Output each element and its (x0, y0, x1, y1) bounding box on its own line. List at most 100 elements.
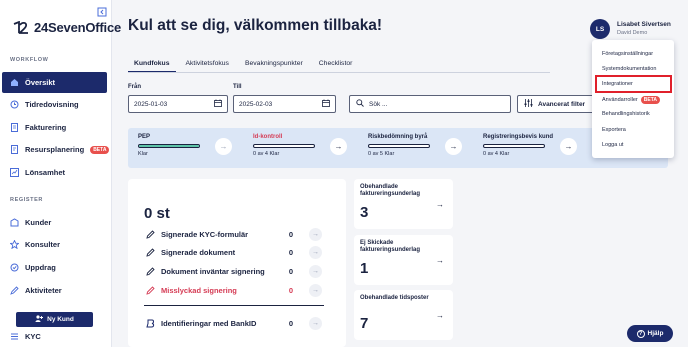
sidebar-item-label: Fakturering (25, 123, 67, 132)
stat-row-failed-signing[interactable]: Misslyckad signering 0 → (146, 283, 331, 297)
stats-count: 0 st (144, 205, 170, 222)
page-title: Kul att se dig, välkommen tillbaka! (128, 17, 383, 34)
tab-kundfokus[interactable]: Kundfokus (128, 58, 176, 72)
pen-icon (146, 285, 155, 295)
tab-checklistor[interactable]: Checklistor (313, 58, 359, 72)
menu-item-system-docs[interactable]: Systemdokumentation (602, 66, 656, 72)
stat-row-bankid[interactable]: Identifieringar med BankID 0 → (146, 316, 331, 330)
stat-row-awaiting-signing[interactable]: Dokument inväntar signering 0 → (146, 264, 331, 278)
register-section-label: REGISTER (10, 197, 43, 203)
sidebar-item-lonsamhet[interactable]: Lönsamhet (2, 162, 107, 183)
menu-item-logout[interactable]: Logga ut (602, 142, 623, 148)
tile-unprocessed-invoices[interactable]: Obehandlade faktureringsunderlag 3 → (354, 179, 453, 229)
stat-value: 0 (288, 285, 294, 295)
advanced-filter-label: Avancerat filter (538, 100, 586, 108)
pen-icon (146, 266, 155, 276)
tab-aktivitetsfokus[interactable]: Aktivitetsfokus (180, 58, 235, 72)
step-arrow-button[interactable]: → (560, 138, 577, 155)
pen-icon (146, 229, 155, 239)
sidebar-item-fakturering[interactable]: Fakturering (2, 117, 107, 138)
sidebar-item-label: Tidredovisning (25, 100, 79, 109)
sidebar-item-konsulter[interactable]: Konsulter (2, 234, 107, 255)
clock-icon (10, 100, 19, 109)
calendar-icon[interactable] (322, 99, 330, 109)
avatar[interactable]: LS (590, 19, 610, 39)
kyc-stats-card: 0 st Signerade KYC-formulär 0 → Signerad… (128, 179, 346, 347)
new-customer-label: Ny Kund (47, 316, 74, 323)
sidebar-item-oversikt[interactable]: Översikt (2, 72, 107, 93)
step-title: PEP (138, 134, 151, 140)
stat-row-signed-kyc[interactable]: Signerade KYC-formulär 0 → (146, 227, 331, 241)
sidebar-item-kunder[interactable]: Kunder (2, 212, 107, 233)
arrow-right-icon[interactable]: → (436, 311, 444, 320)
tile-value: 1 (360, 260, 369, 277)
user-name[interactable]: Lisabet Sivertsen (617, 21, 671, 28)
beta-badge: BETA (90, 145, 110, 154)
menu-item-processing-history[interactable]: Behandlingshistorik (602, 111, 650, 117)
menu-item-export[interactable]: Exportera (602, 127, 626, 133)
invoice-icon (10, 123, 19, 132)
tile-value: 3 (360, 204, 369, 221)
tile-value: 7 (360, 315, 369, 332)
to-label: Till (233, 84, 242, 90)
app-logo[interactable]: 24SevenOffice (13, 20, 121, 35)
assignments-icon (10, 263, 19, 272)
menu-item-label: Användarroller (602, 97, 638, 103)
arrow-right-icon[interactable]: → (309, 227, 322, 241)
from-label: Från (128, 84, 142, 90)
from-date-field[interactable]: 2025-01-03 (128, 95, 228, 113)
activities-icon (10, 286, 19, 295)
arrow-right-icon[interactable]: → (309, 264, 322, 278)
arrow-right-icon[interactable]: → (436, 200, 444, 209)
arrow-right-icon[interactable]: → (309, 316, 322, 330)
help-label: Hjälp (647, 330, 664, 337)
collapse-sidebar-icon[interactable] (97, 4, 107, 17)
pen-icon (146, 247, 155, 257)
arrow-right-icon[interactable]: → (436, 256, 444, 265)
step-arrow-button[interactable]: → (330, 138, 347, 155)
help-button[interactable]: ? Hjälp (627, 325, 673, 342)
step-progress-bar (483, 144, 545, 148)
tile-title: Obehandlade faktureringsunderlag (360, 184, 421, 197)
to-date-field[interactable]: 2025-02-03 (233, 95, 336, 113)
step-progress-bar (138, 144, 200, 148)
step-title: Id-kontroll (253, 134, 283, 140)
stat-row-signed-documents[interactable]: Signerade dokument 0 → (146, 245, 331, 259)
tab-bevakningspunkter[interactable]: Bevakningspunkter (239, 58, 309, 72)
menu-item-company-settings[interactable]: Företagsinställningar (602, 51, 653, 57)
sidebar-item-label: Uppdrag (25, 263, 56, 272)
user-organization: David Demo (617, 30, 648, 36)
search-input[interactable]: Sök ... (349, 95, 511, 113)
sidebar-item-label: Aktiviteter (25, 286, 62, 295)
bankid-icon (146, 319, 155, 328)
sidebar-item-aktiviteter[interactable]: Aktiviteter (2, 280, 107, 301)
tile-title: Ej Skickade faktureringsunderlag (360, 240, 421, 253)
sidebar-item-tidredovisning[interactable]: Tidredovisning (2, 94, 107, 115)
calendar-icon[interactable] (214, 99, 222, 109)
arrow-right-icon[interactable]: → (309, 245, 322, 259)
step-status: 0 av 4 Klar (253, 151, 280, 157)
sidebar-item-kyc[interactable]: KYC (2, 326, 107, 347)
user-menu: Företagsinställningar Systemdokumentatio… (592, 40, 674, 158)
sidebar-item-label: Resursplanering (25, 145, 85, 154)
arrow-right-icon[interactable]: → (309, 283, 322, 297)
new-customer-button[interactable]: Ny Kund (16, 312, 93, 327)
sidebar-item-label: Konsulter (25, 240, 61, 249)
tile-unprocessed-time-entries[interactable]: Obehandlade tidsposter 7 → (354, 290, 453, 340)
stat-value: 0 (288, 247, 294, 257)
step-status: 0 av 4 Klar (483, 151, 510, 157)
sidebar-item-uppdrag[interactable]: Uppdrag (2, 257, 107, 278)
sidebar-item-resursplanering[interactable]: Resursplanering BETA (2, 139, 110, 160)
tile-unsent-invoices[interactable]: Ej Skickade faktureringsunderlag 1 → (354, 235, 453, 285)
filter-sliders-icon (524, 99, 533, 109)
step-title: Registreringsbevis kund (483, 134, 554, 140)
stat-value: 0 (288, 318, 294, 328)
customers-icon (10, 218, 19, 227)
step-progress-bar (368, 144, 430, 148)
step-arrow-button[interactable]: → (445, 138, 462, 155)
advanced-filter-button[interactable]: Avancerat filter (517, 95, 597, 113)
menu-item-integrations[interactable]: Integrationer (602, 81, 633, 87)
step-arrow-button[interactable]: → (215, 138, 232, 155)
menu-item-user-roles[interactable]: Användarroller BETA (602, 96, 661, 104)
sidebar-item-label: Översikt (25, 78, 56, 87)
